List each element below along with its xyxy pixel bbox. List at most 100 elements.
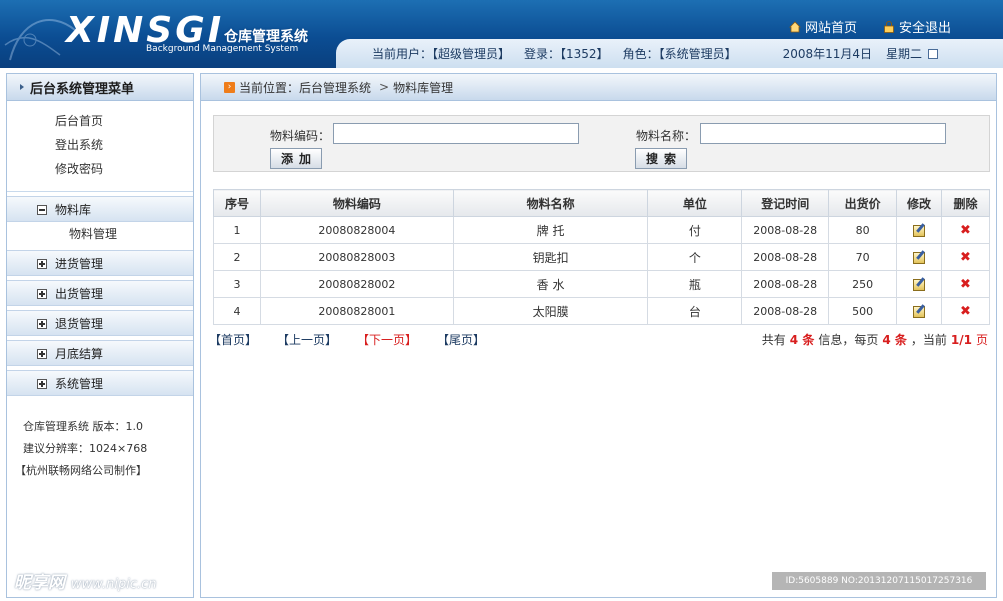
sidebar-link-admin-home[interactable]: 后台首页 [55,109,193,133]
collapse-icon [37,205,47,215]
last-page-link[interactable]: 【尾页】 [437,331,485,348]
top-links: 网站首页 安全退出 [789,17,951,36]
cell-code: 20080828002 [259,270,454,298]
cell-name: 牌 托 [452,216,649,244]
calendar-icon[interactable] [928,48,939,59]
cell-unit: 台 [647,297,743,325]
material-table: 序号 物料编码 物料名称 单位 登记时间 出货价 修改 删除 1 2008082… [213,189,990,325]
cell-date: 2008-08-28 [741,297,830,325]
breadcrumb-current: 物料库管理 [393,80,454,95]
table-row: 1 20080828004 牌 托 付 2008-08-28 80 ✖ [213,216,990,244]
next-page-link[interactable]: 【下一页】 [357,331,417,348]
expand-icon [37,319,47,329]
watermark-brand: 昵享网 [14,573,65,593]
delete-icon[interactable]: ✖ [960,277,971,292]
login-count: 登录：【1352】 [524,47,609,61]
menu-shipment[interactable]: 出货管理 [7,280,193,306]
cell-no: 3 [213,270,261,298]
main-panel: › 当前位置：后台管理系统 > 物料库管理 物料编码： 物料名称： 添加 搜索 … [200,73,997,598]
watermark-left: 昵享网 www.nipic.cn [14,568,157,593]
table-row: 2 20080828003 钥匙扣 个 2008-08-28 70 ✖ [213,243,990,271]
menu-item-material-management[interactable]: 物料管理 [7,222,193,246]
cell-edit [896,216,943,244]
first-page-link[interactable]: 【首页】 [209,331,257,348]
menu-returns[interactable]: 退货管理 [7,310,193,336]
edit-icon[interactable] [913,224,926,237]
col-unit: 单位 [647,189,743,217]
table-row: 3 20080828002 香 水 瓶 2008-08-28 250 ✖ [213,270,990,298]
menu-month-end[interactable]: 月底结算 [7,340,193,366]
col-name: 物料名称 [452,189,649,217]
edit-icon[interactable] [913,305,926,318]
cell-delete: ✖ [941,297,990,325]
cell-no: 4 [213,297,261,325]
cell-code: 20080828004 [259,216,454,244]
material-code-input[interactable] [333,123,579,144]
cell-delete: ✖ [941,216,990,244]
user-info-bar: 当前用户：【超级管理员】 登录：【1352】 角色：【系统管理员】 2008年1… [336,39,1003,68]
sidebar-link-change-password[interactable]: 修改密码 [55,157,193,181]
system-info: 仓库管理系统 版本：1.0 建议分辨率：1024×768 【杭州联畅网络公司制作… [7,396,193,482]
breadcrumb: › 当前位置：后台管理系统 > 物料库管理 [201,74,996,101]
header-banner: XINSGI 仓库管理系统 Background Management Syst… [0,0,1003,68]
home-icon [789,20,801,32]
cell-delete: ✖ [941,270,990,298]
cell-unit: 付 [647,216,743,244]
cell-no: 1 [213,216,261,244]
cell-code: 20080828001 [259,297,454,325]
resolution-info: 建议分辨率：1024×768 [23,442,148,455]
per-page-count: 4 条 [882,333,907,347]
col-edit: 修改 [896,189,943,217]
menu-label: 退货管理 [55,316,104,331]
material-name-input[interactable] [700,123,946,144]
cell-price: 80 [828,216,898,244]
material-name-label: 物料名称： [636,129,697,143]
sidebar-title: 后台系统管理菜单 [7,74,193,101]
table-row: 4 20080828001 太阳膜 台 2008-08-28 500 ✖ [213,297,990,325]
menu-system[interactable]: 系统管理 [7,370,193,396]
cell-no: 2 [213,243,261,271]
col-no: 序号 [213,189,261,217]
menu-label: 物料库 [55,202,92,217]
chevron-right-icon: > [379,80,390,94]
sidebar-link-logout[interactable]: 登出系统 [55,133,193,157]
home-link-label: 网站首页 [804,21,857,36]
menu-material-library[interactable]: 物料库 [7,196,193,222]
triangle-icon [20,84,24,90]
current-prefix: ，当前 [910,333,947,347]
cell-name: 钥匙扣 [452,243,649,271]
delete-icon[interactable]: ✖ [960,250,971,265]
material-code-label: 物料编码： [270,129,331,143]
table-header-row: 序号 物料编码 物料名称 单位 登记时间 出货价 修改 删除 [213,189,990,217]
version-info: 仓库管理系统 版本：1.0 [23,420,143,433]
page-info: 共有 4 条信息，每页 4 条，当前 1/1 页 [762,331,988,348]
quick-links: 后台首页 登出系统 修改密码 [7,101,193,192]
total-prefix: 共有 [761,333,786,347]
edit-icon[interactable] [913,278,926,291]
search-button[interactable]: 搜索 [635,148,687,169]
col-price: 出货价 [828,189,898,217]
expand-icon [37,289,47,299]
watermark-url: www.nipic.cn [70,577,157,592]
cell-edit [896,270,943,298]
cell-price: 70 [828,243,898,271]
prev-page-link[interactable]: 【上一页】 [277,331,337,348]
cell-unit: 瓶 [647,270,743,298]
col-code: 物料编码 [259,189,454,217]
home-link[interactable]: 网站首页 [789,17,857,36]
delete-icon[interactable]: ✖ [960,223,971,238]
add-button[interactable]: 添加 [270,148,322,169]
delete-icon[interactable]: ✖ [960,304,971,319]
logout-link[interactable]: 安全退出 [883,17,951,36]
cell-price: 500 [828,297,898,325]
edit-icon[interactable] [913,251,926,264]
expand-icon [37,379,47,389]
breadcrumb-prefix: 当前位置：后台管理系统 [239,80,372,95]
total-count: 4 条 [789,333,815,347]
expand-icon [37,259,47,269]
sidebar-title-label: 后台系统管理菜单 [30,81,135,97]
cell-price: 250 [828,270,898,298]
logo-cn-text: 仓库管理系统 [224,29,308,45]
menu-label: 进货管理 [55,256,104,271]
menu-purchase[interactable]: 进货管理 [7,250,193,276]
